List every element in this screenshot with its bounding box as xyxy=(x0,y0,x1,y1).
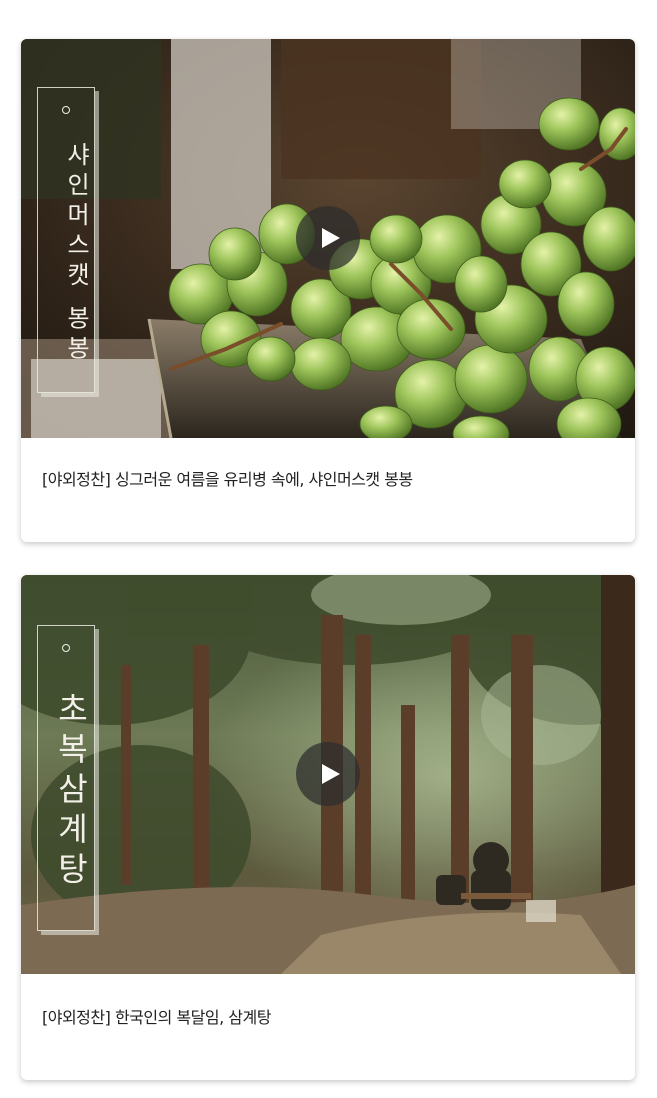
vertical-title-text: 샤인머스캣 봉봉 xyxy=(62,142,90,366)
circle-dot-icon xyxy=(62,644,70,652)
play-icon xyxy=(322,228,340,248)
vertical-title-text: 초복삼계탕 xyxy=(52,692,90,892)
video-feed: 샤인머스캣 봉봉 [야외정찬] 싱그러운 여름을 유리병 속에, 샤인머스캣 봉… xyxy=(0,0,657,1098)
video-card-samgyetang[interactable]: 초복삼계탕 [야외정찬] 한국인의 복달임, 삼계탕 xyxy=(21,575,635,1080)
video-title[interactable]: [야외정찬] 싱그러운 여름을 유리병 속에, 샤인머스캣 봉봉 xyxy=(42,466,617,490)
play-button[interactable] xyxy=(296,206,360,270)
play-icon xyxy=(322,764,340,784)
circle-dot-icon xyxy=(62,106,70,114)
video-thumbnail[interactable]: 샤인머스캣 봉봉 xyxy=(21,39,635,438)
vertical-title-label: 초복삼계탕 xyxy=(37,625,95,931)
play-button[interactable] xyxy=(296,742,360,806)
vertical-title-label: 샤인머스캣 봉봉 xyxy=(37,87,95,393)
video-thumbnail[interactable]: 초복삼계탕 xyxy=(21,575,635,974)
video-card-shine-muscat[interactable]: 샤인머스캣 봉봉 [야외정찬] 싱그러운 여름을 유리병 속에, 샤인머스캣 봉… xyxy=(21,39,635,542)
video-title[interactable]: [야외정찬] 한국인의 복달임, 삼계탕 xyxy=(42,1004,617,1028)
